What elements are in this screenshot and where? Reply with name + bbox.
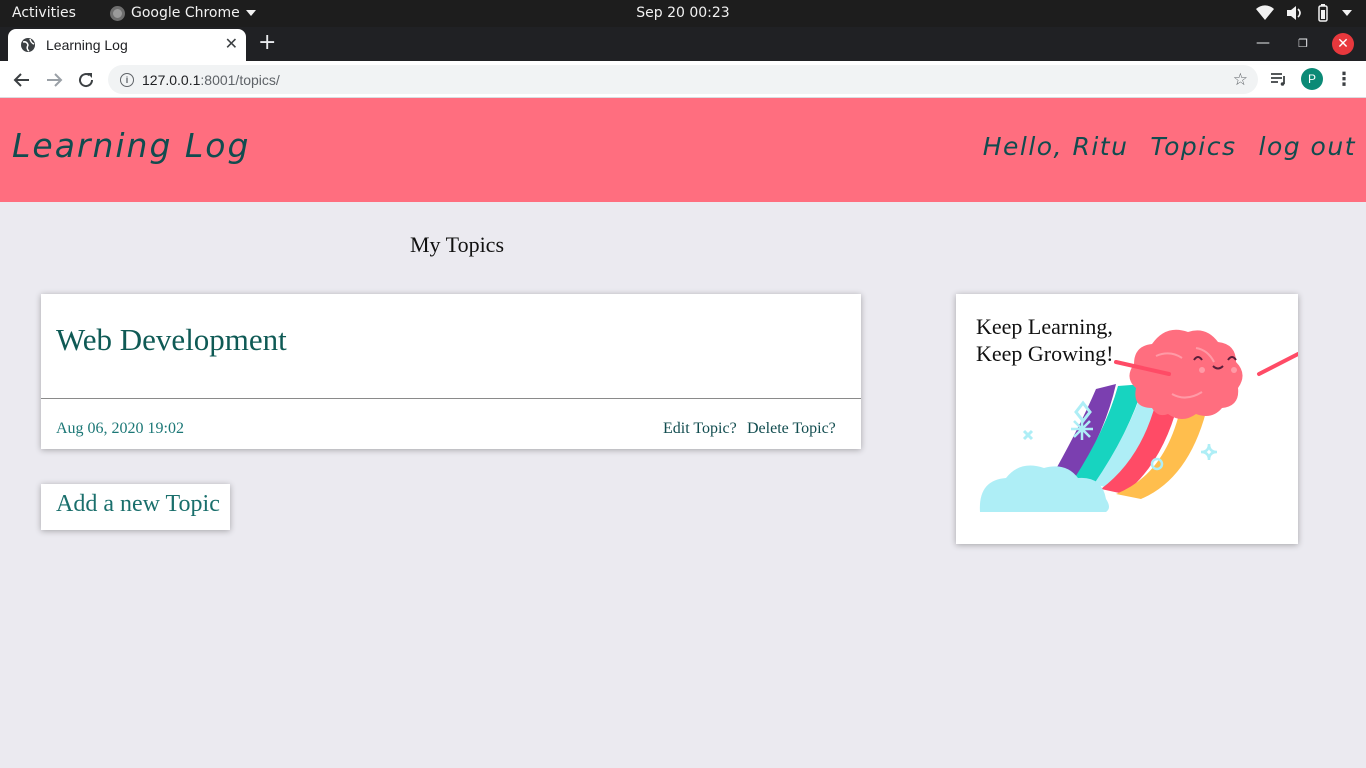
- promo-line-2: Keep Growing!: [976, 341, 1114, 366]
- minimize-button[interactable]: —: [1254, 32, 1272, 54]
- site-brand-link[interactable]: Learning Log: [12, 126, 250, 165]
- site-header: Learning Log Hello, Ritu Topics log out: [0, 98, 1366, 202]
- promo-card: Keep Learning, Keep Growing!: [956, 294, 1298, 544]
- page-content: Learning Log Hello, Ritu Topics log out …: [0, 98, 1366, 768]
- battery-icon: [1318, 4, 1328, 22]
- topic-title-link[interactable]: Web Development: [56, 322, 287, 358]
- chevron-down-icon: [245, 10, 256, 16]
- page-title: My Topics: [410, 232, 505, 257]
- system-tray[interactable]: [1256, 4, 1352, 22]
- bookmark-star-icon[interactable]: ☆: [1233, 70, 1248, 90]
- url-host: 127.0.0.1: [142, 71, 201, 88]
- arrow-right-icon: [47, 73, 63, 87]
- address-bar[interactable]: i 127.0.0.1:8001/topics/ ☆: [108, 65, 1258, 94]
- profile-avatar[interactable]: P: [1301, 68, 1323, 90]
- tab-learning-log[interactable]: Learning Log ✕: [8, 29, 246, 61]
- wifi-icon: [1256, 5, 1274, 21]
- clock[interactable]: Sep 20 00:23: [636, 5, 729, 21]
- forward-button[interactable]: [43, 69, 65, 91]
- card-divider: [41, 398, 861, 399]
- edit-topic-link[interactable]: Edit Topic?: [663, 420, 737, 438]
- chrome-icon: [110, 5, 125, 21]
- tab-strip: Learning Log ✕ + — ❐ ✕: [0, 27, 1366, 61]
- system-top-bar: Activities Google Chrome Sep 20 00:23: [0, 0, 1366, 27]
- delete-topic-link[interactable]: Delete Topic?: [747, 420, 836, 438]
- kebab-menu-icon[interactable]: ⋮: [1335, 68, 1353, 90]
- tab-close-icon[interactable]: ✕: [225, 37, 238, 53]
- new-tab-button[interactable]: +: [258, 32, 276, 54]
- system-menu-chevron-icon: [1342, 10, 1352, 16]
- globe-icon: [21, 38, 35, 52]
- activities-button[interactable]: Activities: [12, 5, 76, 21]
- url-path: :8001/topics/: [200, 71, 280, 88]
- app-menu[interactable]: Google Chrome: [110, 5, 256, 21]
- playlist-icon: [1271, 73, 1285, 86]
- topic-date: Aug 06, 2020 19:02: [56, 420, 184, 437]
- close-window-button[interactable]: ✕: [1332, 33, 1354, 55]
- browser-toolbar: i 127.0.0.1:8001/topics/ ☆ P ⋮: [0, 61, 1366, 98]
- arrow-left-icon: [13, 73, 29, 87]
- reload-icon: [79, 73, 94, 88]
- app-menu-label: Google Chrome: [131, 5, 240, 21]
- site-nav: Hello, Ritu Topics log out: [983, 132, 1356, 161]
- add-topic-button[interactable]: Add a new Topic: [41, 484, 230, 530]
- reload-button[interactable]: [75, 69, 97, 91]
- media-queue-button[interactable]: [1269, 68, 1289, 90]
- maximize-button[interactable]: ❐: [1294, 32, 1312, 54]
- info-icon[interactable]: i: [120, 72, 134, 87]
- nav-greeting[interactable]: Hello, Ritu: [983, 132, 1129, 161]
- nav-topics-link[interactable]: Topics: [1150, 132, 1236, 161]
- nav-logout-link[interactable]: log out: [1259, 132, 1357, 161]
- promo-line-1: Keep Learning,: [976, 314, 1113, 339]
- back-button[interactable]: [11, 69, 33, 91]
- topic-card: Web Development Aug 06, 2020 19:02 Edit …: [41, 294, 861, 449]
- volume-icon: [1287, 6, 1301, 20]
- tab-title: Learning Log: [46, 37, 128, 53]
